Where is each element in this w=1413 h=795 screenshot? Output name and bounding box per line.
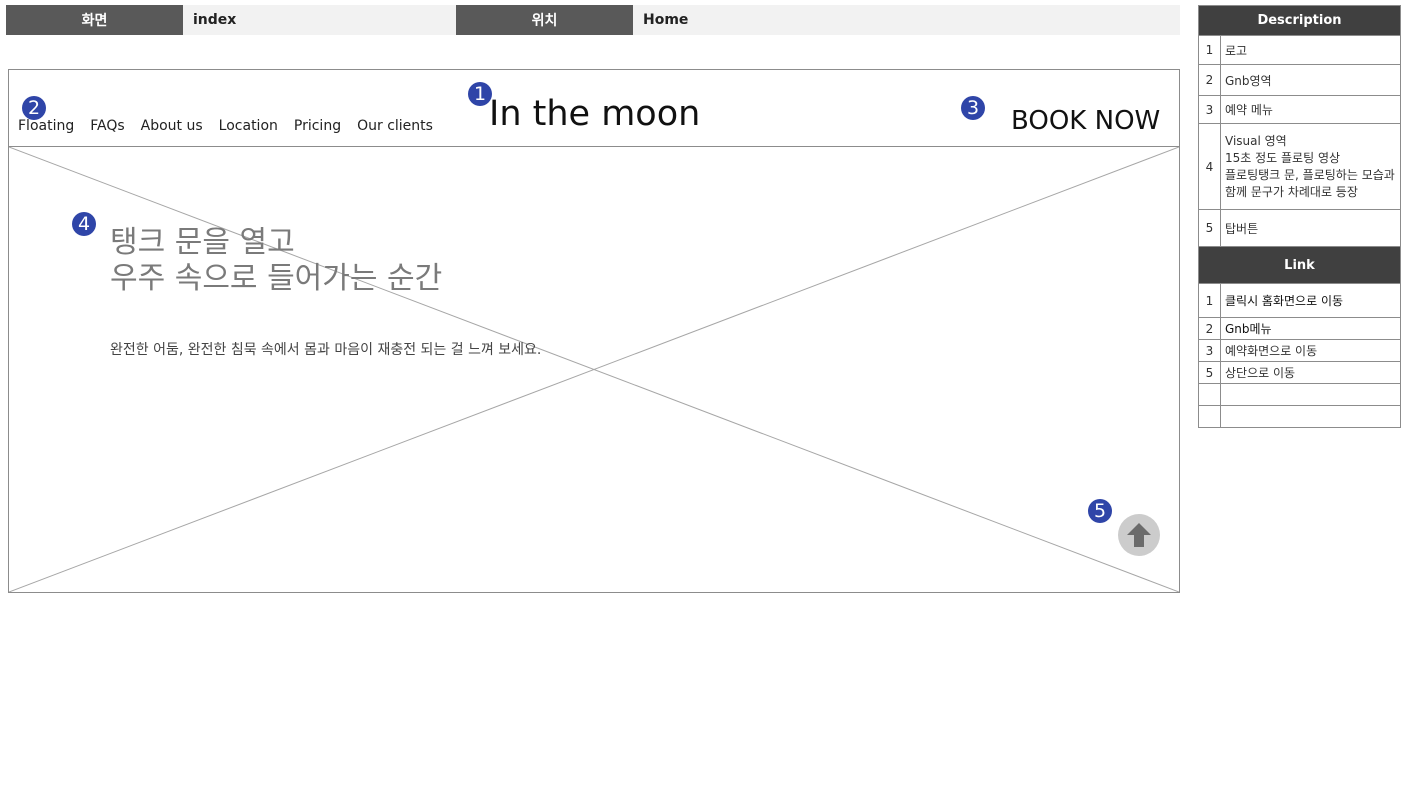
link-num bbox=[1198, 405, 1221, 428]
location-label: 위치 bbox=[456, 5, 633, 35]
desc-num: 2 bbox=[1198, 64, 1221, 96]
arrow-up-icon bbox=[1127, 523, 1151, 547]
marker-5: 5 bbox=[1088, 499, 1112, 523]
desc-text: 탑버튼 bbox=[1220, 209, 1401, 247]
nav-item-faqs[interactable]: FAQs bbox=[90, 118, 124, 134]
desc-text: 로고 bbox=[1220, 35, 1401, 65]
desc-text: Visual 영역 15초 정도 플로팅 영상 플로팅탱크 문, 플로팅하는 모… bbox=[1220, 123, 1401, 210]
logo[interactable]: In the moon bbox=[489, 94, 700, 134]
nav-item-location[interactable]: Location bbox=[219, 118, 278, 134]
hero-heading: 탱크 문을 열고 우주 속으로 들어가는 순간 bbox=[110, 225, 442, 297]
nav-item-floating[interactable]: Floating bbox=[18, 118, 74, 134]
hero-heading-line-1: 탱크 문을 열고 bbox=[110, 225, 295, 260]
nav-item-about-us[interactable]: About us bbox=[141, 118, 203, 134]
screen-value: index bbox=[183, 5, 456, 35]
screen-label: 화면 bbox=[6, 5, 183, 35]
link-text: 예약화면으로 이동 bbox=[1220, 339, 1401, 362]
desc-num: 3 bbox=[1198, 95, 1221, 124]
desc-num: 4 bbox=[1198, 123, 1221, 210]
gnb-nav: Floating FAQs About us Location Pricing … bbox=[18, 118, 433, 134]
link-num: 1 bbox=[1198, 283, 1221, 318]
location-value: Home bbox=[633, 5, 1180, 35]
link-text bbox=[1220, 405, 1401, 428]
link-text: 클릭시 홈화면으로 이동 bbox=[1220, 283, 1401, 318]
visual-placeholder bbox=[9, 147, 1179, 592]
desc-text: Gnb영역 bbox=[1220, 64, 1401, 96]
book-now-button[interactable]: BOOK NOW bbox=[1011, 106, 1160, 136]
nav-item-pricing[interactable]: Pricing bbox=[294, 118, 341, 134]
link-num: 2 bbox=[1198, 317, 1221, 340]
link-num: 5 bbox=[1198, 361, 1221, 384]
link-text: Gnb메뉴 bbox=[1220, 317, 1401, 340]
marker-3: 3 bbox=[961, 96, 985, 120]
link-text bbox=[1220, 383, 1401, 406]
link-text: 상단으로 이동 bbox=[1220, 361, 1401, 384]
desc-text: 예약 메뉴 bbox=[1220, 95, 1401, 124]
link-header: Link bbox=[1198, 246, 1401, 284]
marker-4: 4 bbox=[72, 212, 96, 236]
marker-1: 1 bbox=[468, 82, 492, 106]
link-num bbox=[1198, 383, 1221, 406]
marker-2: 2 bbox=[22, 96, 46, 120]
top-button[interactable] bbox=[1118, 514, 1160, 556]
wireframe-frame: Floating FAQs About us Location Pricing … bbox=[8, 69, 1180, 593]
desc-num: 1 bbox=[1198, 35, 1221, 65]
link-num: 3 bbox=[1198, 339, 1221, 362]
nav-item-our-clients[interactable]: Our clients bbox=[357, 118, 433, 134]
desc-num: 5 bbox=[1198, 209, 1221, 247]
hero-heading-line-2: 우주 속으로 들어가는 순간 bbox=[110, 261, 443, 296]
description-header: Description bbox=[1198, 5, 1401, 36]
hero-subtext: 완전한 어둠, 완전한 침묵 속에서 몸과 마음이 재충전 되는 걸 느껴 보세… bbox=[110, 342, 542, 358]
spec-table: Description 1 로고 2 Gnb영역 3 예약 메뉴 4 Visual 영역… bbox=[1198, 5, 1401, 428]
